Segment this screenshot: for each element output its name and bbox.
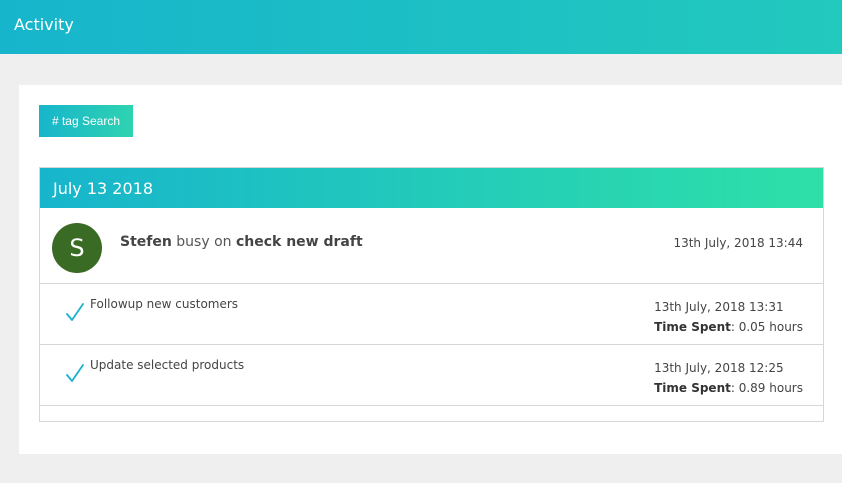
task-timestamp: 13th July, 2018 13:31 bbox=[654, 300, 784, 314]
check-icon bbox=[66, 303, 84, 321]
entry-verb: busy on bbox=[176, 234, 232, 250]
activity-card: # tag Search July 13 2018 S Stefen busy … bbox=[19, 85, 842, 454]
task-row: Followup new customers 13th July, 2018 1… bbox=[40, 284, 823, 345]
task-row: Update selected products 13th July, 2018… bbox=[40, 345, 823, 406]
group-header: July 13 2018 bbox=[40, 168, 823, 208]
task-label: Followup new customers bbox=[90, 297, 239, 311]
time-spent-value: : 0.05 hours bbox=[730, 320, 803, 334]
time-spent-label: Time Spent bbox=[654, 381, 731, 395]
avatar: S bbox=[52, 223, 102, 273]
page-title: Activity bbox=[14, 15, 74, 34]
avatar-initial: S bbox=[69, 234, 85, 262]
time-spent-value: : 0.89 hours bbox=[730, 381, 803, 395]
task-meta: 13th July, 2018 12:25 Time Spent: 0.89 h… bbox=[654, 358, 803, 398]
task-timestamp: 13th July, 2018 12:25 bbox=[654, 361, 784, 375]
top-bar: Activity bbox=[0, 0, 842, 54]
check-icon bbox=[66, 364, 84, 382]
task-label: Update selected products bbox=[90, 358, 245, 372]
entry-timestamp: 13th July, 2018 13:44 bbox=[673, 236, 803, 250]
time-spent-label: Time Spent bbox=[654, 320, 731, 334]
time-spent: Time Spent: 0.05 hours bbox=[654, 317, 803, 337]
time-spent: Time Spent: 0.89 hours bbox=[654, 378, 803, 398]
entry-target: check new draft bbox=[235, 234, 363, 250]
activity-group: July 13 2018 S Stefen busy on check new … bbox=[39, 167, 824, 422]
task-meta: 13th July, 2018 13:31 Time Spent: 0.05 h… bbox=[654, 297, 803, 337]
entry-text: Stefen busy on check new draft bbox=[120, 234, 363, 250]
activity-entry: S Stefen busy on check new draft 13th Ju… bbox=[40, 208, 823, 284]
tag-search-button[interactable]: # tag Search bbox=[39, 105, 133, 137]
group-date: July 13 2018 bbox=[53, 179, 154, 198]
entry-user: Stefen bbox=[120, 234, 172, 250]
